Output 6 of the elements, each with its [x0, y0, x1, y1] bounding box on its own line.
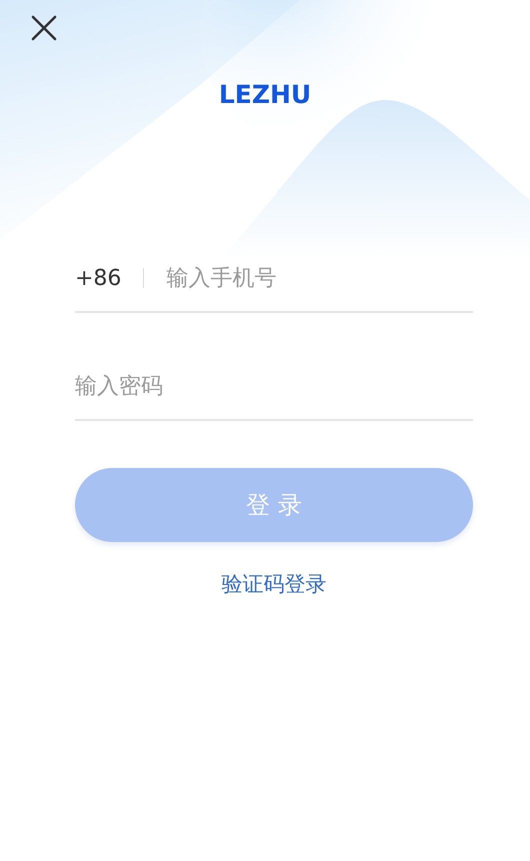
logo: LEZHU [218, 80, 312, 110]
code-login-link[interactable]: 验证码登录 [222, 570, 326, 598]
input-field[interactable]: 输入密码 [75, 366, 473, 406]
input-field[interactable]: 输入手机号 [166, 258, 473, 298]
close-icon[interactable] [30, 14, 58, 42]
country-code[interactable]: +86 [75, 266, 122, 290]
